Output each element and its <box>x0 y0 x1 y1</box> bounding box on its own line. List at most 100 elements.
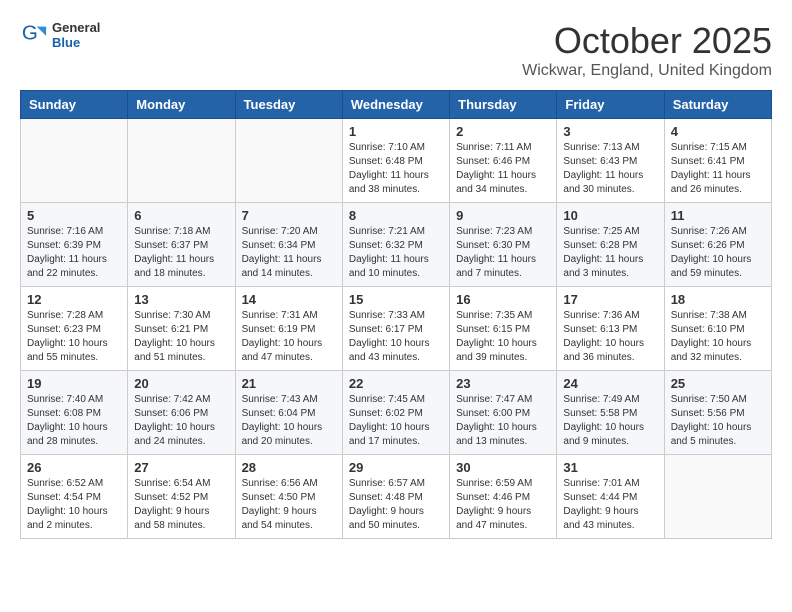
day-info: Sunrise: 7:38 AMSunset: 6:10 PMDaylight:… <box>671 309 765 365</box>
calendar-cell: 16Sunrise: 7:35 AMSunset: 6:15 PMDayligh… <box>450 287 557 371</box>
logo-text: General Blue <box>52 20 100 50</box>
calendar-cell: 17 Sunrise: 7:36 AMSunset: 6:13 PMDayligh… <box>557 287 664 371</box>
day-number: 10 <box>563 208 657 223</box>
calendar-cell: 11 Sunrise: 7:26 AMSunset: 6:26 PMDayligh… <box>664 203 771 287</box>
day-number: 28 <box>242 460 336 475</box>
day-info: Sunrise: 7:40 AMSunset: 6:08 PMDaylight:… <box>27 393 121 449</box>
day-info: Sunrise: 6:54 AMSunset: 4:52 PMDaylight:… <box>134 477 228 533</box>
day-number: 29 <box>349 460 443 475</box>
logo-blue-text: Blue <box>52 35 100 50</box>
title-area: October 2025 Wickwar, England, United Ki… <box>522 20 772 80</box>
calendar-cell: 8 Sunrise: 7:21 AMSunset: 6:32 PMDaylight… <box>342 203 449 287</box>
day-info: Sunrise: 7:47 AMSunset: 6:00 PMDaylight:… <box>456 393 550 449</box>
calendar-cell: 2Sunrise: 7:11 AMSunset: 6:46 PMDaylight… <box>450 119 557 203</box>
calendar-cell: 7 Sunrise: 7:20 AMSunset: 6:34 PMDaylight… <box>235 203 342 287</box>
day-number: 5 <box>27 208 121 223</box>
day-number: 26 <box>27 460 121 475</box>
day-number: 15 <box>349 292 443 307</box>
day-number: 22 <box>349 376 443 391</box>
weekday-header: Tuesday <box>235 91 342 119</box>
calendar-cell: 27Sunrise: 6:54 AMSunset: 4:52 PMDayligh… <box>128 455 235 539</box>
day-info: Sunrise: 7:43 AMSunset: 6:04 PMDaylight:… <box>242 393 336 449</box>
day-number: 11 <box>671 208 765 223</box>
calendar-cell: 6 Sunrise: 7:18 AMSunset: 6:37 PMDaylight… <box>128 203 235 287</box>
day-number: 6 <box>134 208 228 223</box>
calendar-cell: 10Sunrise: 7:25 AMSunset: 6:28 PMDayligh… <box>557 203 664 287</box>
day-number: 31 <box>563 460 657 475</box>
calendar-cell <box>21 119 128 203</box>
day-number: 1 <box>349 124 443 139</box>
calendar-cell: 30 Sunrise: 6:59 AMSunset: 4:46 PMDayligh… <box>450 455 557 539</box>
day-number: 4 <box>671 124 765 139</box>
calendar-cell: 25 Sunrise: 7:50 AMSunset: 5:56 PMDayligh… <box>664 371 771 455</box>
day-info: Sunrise: 6:56 AMSunset: 4:50 PMDaylight:… <box>242 477 336 533</box>
day-number: 25 <box>671 376 765 391</box>
day-number: 8 <box>349 208 443 223</box>
day-info: Sunrise: 6:57 AMSunset: 4:48 PMDaylight:… <box>349 477 443 533</box>
calendar-week-row: 1 Sunrise: 7:10 AMSunset: 6:48 PMDaylight… <box>21 119 772 203</box>
weekday-header: Friday <box>557 91 664 119</box>
day-info: Sunrise: 7:28 AMSunset: 6:23 PMDaylight:… <box>27 309 121 365</box>
calendar-cell: 26 Sunrise: 6:52 AMSunset: 4:54 PMDayligh… <box>21 455 128 539</box>
calendar-cell: 4 Sunrise: 7:15 AMSunset: 6:41 PMDaylight… <box>664 119 771 203</box>
day-info: Sunrise: 7:20 AMSunset: 6:34 PMDaylight:… <box>242 225 336 281</box>
calendar-cell: 13 Sunrise: 7:30 AMSunset: 6:21 PMDayligh… <box>128 287 235 371</box>
calendar-cell: 24Sunrise: 7:49 AMSunset: 5:58 PMDayligh… <box>557 371 664 455</box>
calendar-cell <box>128 119 235 203</box>
calendar-cell <box>235 119 342 203</box>
calendar-cell: 5 Sunrise: 7:16 AMSunset: 6:39 PMDaylight… <box>21 203 128 287</box>
calendar-cell: 22 Sunrise: 7:45 AMSunset: 6:02 PMDayligh… <box>342 371 449 455</box>
day-info: Sunrise: 7:50 AMSunset: 5:56 PMDaylight:… <box>671 393 765 449</box>
day-info: Sunrise: 7:33 AMSunset: 6:17 PMDaylight:… <box>349 309 443 365</box>
day-info: Sunrise: 7:23 AMSunset: 6:30 PMDaylight:… <box>456 225 550 281</box>
calendar-table: SundayMondayTuesdayWednesdayThursdayFrid… <box>20 90 772 539</box>
day-info: Sunrise: 7:45 AMSunset: 6:02 PMDaylight:… <box>349 393 443 449</box>
day-number: 13 <box>134 292 228 307</box>
day-number: 2 <box>456 124 550 139</box>
day-info: Sunrise: 6:59 AMSunset: 4:46 PMDaylight:… <box>456 477 550 533</box>
month-title: October 2025 <box>522 20 772 62</box>
logo-general-text: General <box>52 20 100 35</box>
calendar-cell: 21 Sunrise: 7:43 AMSunset: 6:04 PMDayligh… <box>235 371 342 455</box>
day-info: Sunrise: 7:49 AMSunset: 5:58 PMDaylight:… <box>563 393 657 449</box>
day-info: Sunrise: 7:36 AMSunset: 6:13 PMDaylight:… <box>563 309 657 365</box>
day-info: Sunrise: 7:01 AMSunset: 4:44 PMDaylight:… <box>563 477 657 533</box>
weekday-header: Saturday <box>664 91 771 119</box>
calendar-cell: 29 Sunrise: 6:57 AMSunset: 4:48 PMDayligh… <box>342 455 449 539</box>
calendar-cell: 31 Sunrise: 7:01 AMSunset: 4:44 PMDayligh… <box>557 455 664 539</box>
day-number: 21 <box>242 376 336 391</box>
day-info: Sunrise: 7:16 AMSunset: 6:39 PMDaylight:… <box>27 225 121 281</box>
calendar-cell: 18 Sunrise: 7:38 AMSunset: 6:10 PMDayligh… <box>664 287 771 371</box>
svg-text:G: G <box>22 22 38 45</box>
calendar-cell: 9 Sunrise: 7:23 AMSunset: 6:30 PMDaylight… <box>450 203 557 287</box>
day-info: Sunrise: 7:10 AMSunset: 6:48 PMDaylight:… <box>349 141 443 197</box>
day-number: 17 <box>563 292 657 307</box>
day-info: Sunrise: 7:21 AMSunset: 6:32 PMDaylight:… <box>349 225 443 281</box>
day-number: 16 <box>456 292 550 307</box>
calendar-week-row: 26 Sunrise: 6:52 AMSunset: 4:54 PMDayligh… <box>21 455 772 539</box>
day-info: Sunrise: 7:18 AMSunset: 6:37 PMDaylight:… <box>134 225 228 281</box>
day-number: 20 <box>134 376 228 391</box>
day-number: 7 <box>242 208 336 223</box>
calendar-cell: 14Sunrise: 7:31 AMSunset: 6:19 PMDayligh… <box>235 287 342 371</box>
day-info: Sunrise: 7:15 AMSunset: 6:41 PMDaylight:… <box>671 141 765 197</box>
weekday-header: Thursday <box>450 91 557 119</box>
day-info: Sunrise: 7:30 AMSunset: 6:21 PMDaylight:… <box>134 309 228 365</box>
day-number: 30 <box>456 460 550 475</box>
calendar-week-row: 12 Sunrise: 7:28 AMSunset: 6:23 PMDayligh… <box>21 287 772 371</box>
calendar-week-row: 19 Sunrise: 7:40 AMSunset: 6:08 PMDayligh… <box>21 371 772 455</box>
calendar-cell: 12 Sunrise: 7:28 AMSunset: 6:23 PMDayligh… <box>21 287 128 371</box>
day-number: 12 <box>27 292 121 307</box>
weekday-header-row: SundayMondayTuesdayWednesdayThursdayFrid… <box>21 91 772 119</box>
day-number: 18 <box>671 292 765 307</box>
day-info: Sunrise: 7:42 AMSunset: 6:06 PMDaylight:… <box>134 393 228 449</box>
calendar-cell: 20 Sunrise: 7:42 AMSunset: 6:06 PMDayligh… <box>128 371 235 455</box>
day-number: 19 <box>27 376 121 391</box>
calendar-cell: 15 Sunrise: 7:33 AMSunset: 6:17 PMDayligh… <box>342 287 449 371</box>
logo: G General Blue <box>20 20 100 50</box>
location-title: Wickwar, England, United Kingdom <box>522 62 772 80</box>
day-info: Sunrise: 7:26 AMSunset: 6:26 PMDaylight:… <box>671 225 765 281</box>
calendar-cell: 1 Sunrise: 7:10 AMSunset: 6:48 PMDaylight… <box>342 119 449 203</box>
day-info: Sunrise: 6:52 AMSunset: 4:54 PMDaylight:… <box>27 477 121 533</box>
day-number: 9 <box>456 208 550 223</box>
